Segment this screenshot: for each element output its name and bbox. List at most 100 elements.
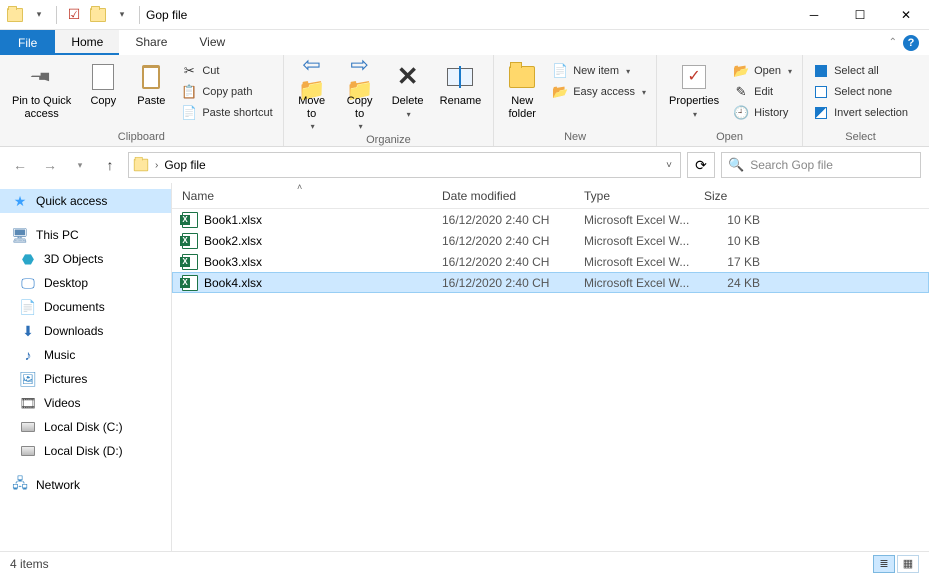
column-type[interactable]: Type [574,183,694,208]
new-item-button[interactable]: 📄New item▾ [548,61,650,81]
move-to-button[interactable]: ⇦📁Move to▾ [290,59,334,133]
back-button[interactable]: ← [8,153,32,177]
file-row[interactable]: Book2.xlsx16/12/2020 2:40 CHMicrosoft Ex… [172,230,929,251]
sidebar-network[interactable]: 🖧Network [0,473,171,497]
qat-dropdown-2[interactable]: ▾ [111,4,133,26]
recent-locations-button[interactable]: ▾ [68,153,92,177]
disk-icon [20,419,36,435]
history-button[interactable]: 🕘History [729,103,796,123]
new-folder-button[interactable]: New folder [500,59,544,122]
file-date: 16/12/2020 2:40 CH [432,213,574,227]
sidebar-pictures[interactable]: 🖼Pictures [0,367,171,391]
copy-to-icon: ⇨📁 [344,61,376,93]
sidebar-local-disk-c[interactable]: Local Disk (C:) [0,415,171,439]
column-headers: ˄ Name Date modified Type Size [172,183,929,209]
maximize-button[interactable]: ☐ [837,0,883,30]
paste-shortcut-button[interactable]: 📄Paste shortcut [177,103,276,123]
easy-access-button[interactable]: 📂Easy access▾ [548,82,650,102]
group-label-clipboard: Clipboard [6,130,277,144]
excel-file-icon [182,233,198,249]
documents-icon: 📄 [20,299,36,315]
sidebar-downloads[interactable]: ⬇Downloads [0,319,171,343]
refresh-button[interactable]: ⟳ [687,152,715,178]
tab-strip: File Home Share View ⌃ ? [0,30,929,55]
file-row[interactable]: Book3.xlsx16/12/2020 2:40 CHMicrosoft Ex… [172,251,929,272]
scissors-icon: ✂ [181,63,197,79]
quick-access-toolbar: ▾ ☑ ▾ [0,4,144,26]
search-box[interactable]: 🔍 [721,152,921,178]
paste-shortcut-icon: 📄 [181,105,197,121]
sidebar-quick-access[interactable]: ★Quick access [0,189,171,213]
address-bar[interactable]: › Gop file ˅ [128,152,681,178]
breadcrumb-folder[interactable]: Gop file [164,158,205,172]
rename-button[interactable]: Rename [434,59,488,110]
body: ★Quick access 🖥This PC ⬣3D Objects 🖵Desk… [0,183,929,551]
collapse-ribbon-icon[interactable]: ⌃ [889,37,897,48]
tab-file[interactable]: File [0,30,55,55]
file-name: Book4.xlsx [204,276,262,290]
paste-button[interactable]: Paste [129,59,173,110]
file-name: Book2.xlsx [204,234,262,248]
copy-to-button[interactable]: ⇨📁Copy to▾ [338,59,382,133]
tab-home[interactable]: Home [55,30,119,55]
select-all-button[interactable]: Select all [809,61,912,81]
sidebar-local-disk-d[interactable]: Local Disk (D:) [0,439,171,463]
pin-to-quick-access-button[interactable]: Pin to Quick access [6,59,77,122]
videos-icon: 🎞 [20,395,36,411]
qat-separator-2 [139,6,140,24]
select-none-button[interactable]: Select none [809,82,912,102]
group-label-organize: Organize [290,133,488,146]
history-icon: 🕘 [733,105,749,121]
file-name: Book3.xlsx [204,255,262,269]
address-folder-icon [134,159,148,172]
edit-button[interactable]: ✎Edit [729,82,796,102]
new-folder-icon [509,66,535,88]
file-type: Microsoft Excel W... [574,255,694,269]
sidebar-documents[interactable]: 📄Documents [0,295,171,319]
sidebar-videos[interactable]: 🎞Videos [0,391,171,415]
large-icons-view-button[interactable]: ▦ [897,555,919,573]
status-item-count: 4 items [10,557,49,571]
tab-view[interactable]: View [183,30,241,55]
star-icon: ★ [12,193,28,209]
help-icon[interactable]: ? [903,35,919,51]
file-size: 24 KB [694,276,774,290]
file-rows: Book1.xlsx16/12/2020 2:40 CHMicrosoft Ex… [172,209,929,551]
cube-icon: ⬣ [20,251,36,267]
sidebar-3d-objects[interactable]: ⬣3D Objects [0,247,171,271]
details-view-button[interactable]: ≣ [873,555,895,573]
new-item-icon: 📄 [552,63,568,79]
copy-button[interactable]: Copy [81,59,125,110]
group-label-new: New [500,130,650,144]
qat-dropdown-1[interactable]: ▾ [28,4,50,26]
network-icon: 🖧 [12,477,28,493]
rename-icon [447,68,473,86]
sidebar-this-pc[interactable]: 🖥This PC [0,223,171,247]
column-size[interactable]: Size [694,183,774,208]
details-view-icon: ≣ [879,557,888,570]
up-button[interactable]: ↑ [98,153,122,177]
search-input[interactable] [750,158,914,172]
copy-path-button[interactable]: 📋Copy path [177,82,276,102]
ribbon-group-new: New folder 📄New item▾ 📂Easy access▾ New [494,55,657,146]
delete-button[interactable]: ✕Delete▾ [386,59,430,121]
tab-share[interactable]: Share [119,30,183,55]
file-row[interactable]: Book1.xlsx16/12/2020 2:40 CHMicrosoft Ex… [172,209,929,230]
properties-button[interactable]: Properties▾ [663,59,725,121]
chevron-right-icon: › [155,160,158,171]
qat-properties-icon[interactable]: ☑ [63,4,85,26]
invert-selection-button[interactable]: Invert selection [809,103,912,123]
forward-button[interactable]: → [38,153,62,177]
cut-button[interactable]: ✂Cut [177,61,276,81]
sidebar-music[interactable]: ♪Music [0,343,171,367]
open-button[interactable]: 📂Open▾ [729,61,796,81]
minimize-button[interactable]: ─ [791,0,837,30]
copy-icon [92,64,114,90]
close-button[interactable]: ✕ [883,0,929,30]
sidebar-desktop[interactable]: 🖵Desktop [0,271,171,295]
column-date[interactable]: Date modified [432,183,574,208]
file-row[interactable]: Book4.xlsx16/12/2020 2:40 CHMicrosoft Ex… [172,272,929,293]
disk-icon [20,443,36,459]
status-bar: 4 items ≣ ▦ [0,551,929,575]
address-dropdown-icon[interactable]: ˅ [666,160,676,171]
